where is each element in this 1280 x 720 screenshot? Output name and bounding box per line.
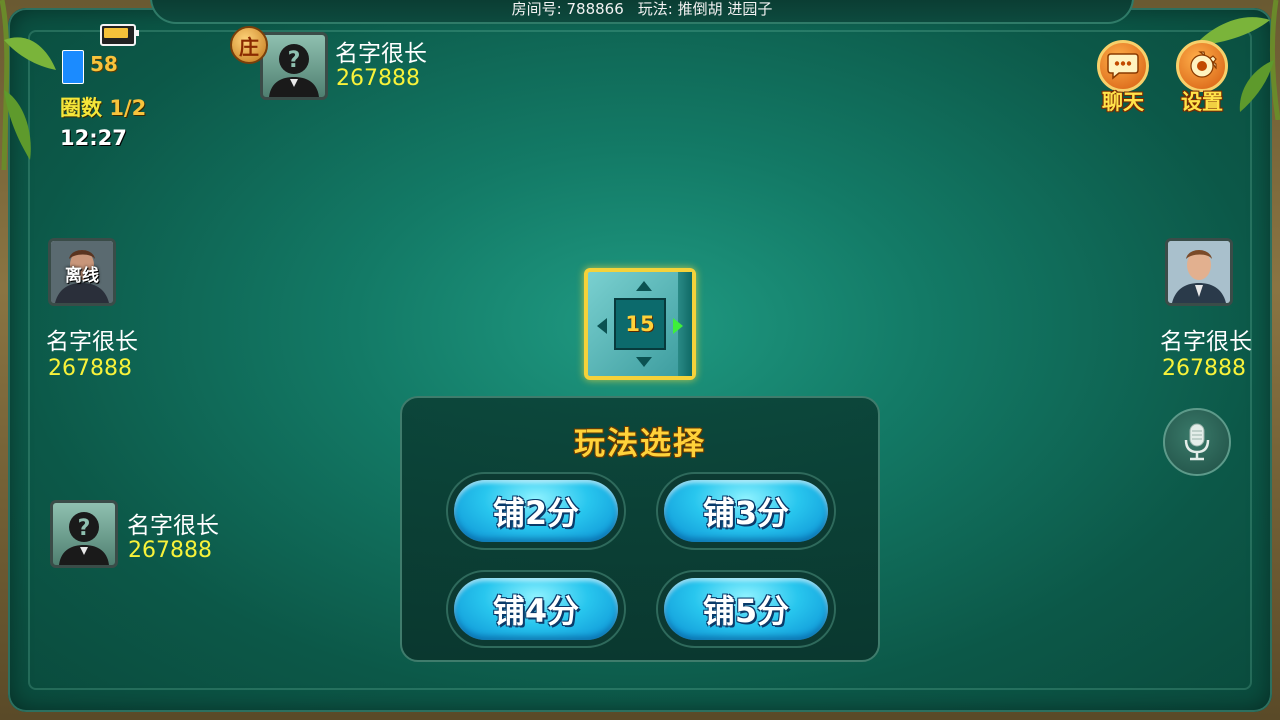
round-counter: 圈数 1/2 xyxy=(60,92,146,122)
player-portrait-icon xyxy=(1168,241,1230,303)
mode-select-panel: 玩法选择 铺2分 铺3分 铺4分 铺5分 xyxy=(400,396,880,662)
chat-label: 聊天 xyxy=(1102,90,1144,114)
top-player-score: 267888 xyxy=(336,66,420,91)
option-3-button[interactable]: 铺3分 xyxy=(656,472,836,550)
clock: 12:27 xyxy=(60,126,127,150)
settings-button[interactable]: 设置 xyxy=(1171,40,1233,116)
turn-timer: 15 xyxy=(614,298,666,350)
bottom-player-name: 名字很长 xyxy=(127,513,219,539)
panel-title: 玩法选择 xyxy=(574,426,706,462)
south-arrow-icon xyxy=(636,357,652,367)
voice-button[interactable] xyxy=(1163,408,1231,476)
room-number: 房间号: 788866 xyxy=(511,0,624,18)
top-player-name: 名字很长 xyxy=(335,41,427,67)
option-label: 铺4分 xyxy=(454,578,618,640)
dealer-badge: 庄 xyxy=(230,26,268,64)
signal-icon xyxy=(62,50,84,84)
north-arrow-icon xyxy=(636,281,652,291)
option-label: 铺2分 xyxy=(454,480,618,542)
top-player-avatar[interactable]: ? xyxy=(260,32,328,100)
option-label: 铺3分 xyxy=(664,480,828,542)
left-player-name: 名字很长 xyxy=(46,329,138,355)
offline-label: 离线 xyxy=(65,266,99,286)
option-4-button[interactable]: 铺4分 xyxy=(446,570,626,648)
bamboo-decor-left xyxy=(0,0,56,170)
chat-bubble-icon xyxy=(1107,53,1139,80)
option-2-button[interactable]: 铺2分 xyxy=(446,472,626,550)
left-player-avatar[interactable]: 离线 xyxy=(48,238,116,306)
east-arrow-icon xyxy=(673,318,683,334)
battery-icon xyxy=(100,24,139,46)
right-player-score: 267888 xyxy=(1162,356,1246,381)
room-info-banner: 房间号: 788866 玩法: 推倒胡 进园子 xyxy=(150,0,1134,24)
turn-compass: 15 xyxy=(584,268,696,380)
gear-icon xyxy=(1190,51,1217,78)
svg-text:?: ? xyxy=(78,516,91,541)
option-5-button[interactable]: 铺5分 xyxy=(656,570,836,648)
unknown-avatar-icon: ? xyxy=(269,44,319,97)
round-value: 1/2 xyxy=(109,96,147,120)
svg-text:?: ? xyxy=(288,48,301,73)
left-player-score: 267888 xyxy=(48,356,132,381)
microphone-icon xyxy=(1184,423,1210,461)
round-key: 圈数 xyxy=(60,96,102,120)
signal-value: 58 xyxy=(90,52,118,76)
bottom-player-score: 267888 xyxy=(128,538,212,563)
unknown-avatar-icon: ? xyxy=(59,512,109,565)
bottom-player-avatar[interactable]: ? xyxy=(50,500,118,568)
option-label: 铺5分 xyxy=(664,578,828,640)
right-player-avatar[interactable] xyxy=(1165,238,1233,306)
right-player-name: 名字很长 xyxy=(1160,329,1252,355)
settings-label: 设置 xyxy=(1181,90,1223,114)
west-arrow-icon xyxy=(597,318,607,334)
rule-description: 玩法: 推倒胡 进园子 xyxy=(637,0,773,18)
chat-button[interactable]: 聊天 xyxy=(1092,40,1154,116)
